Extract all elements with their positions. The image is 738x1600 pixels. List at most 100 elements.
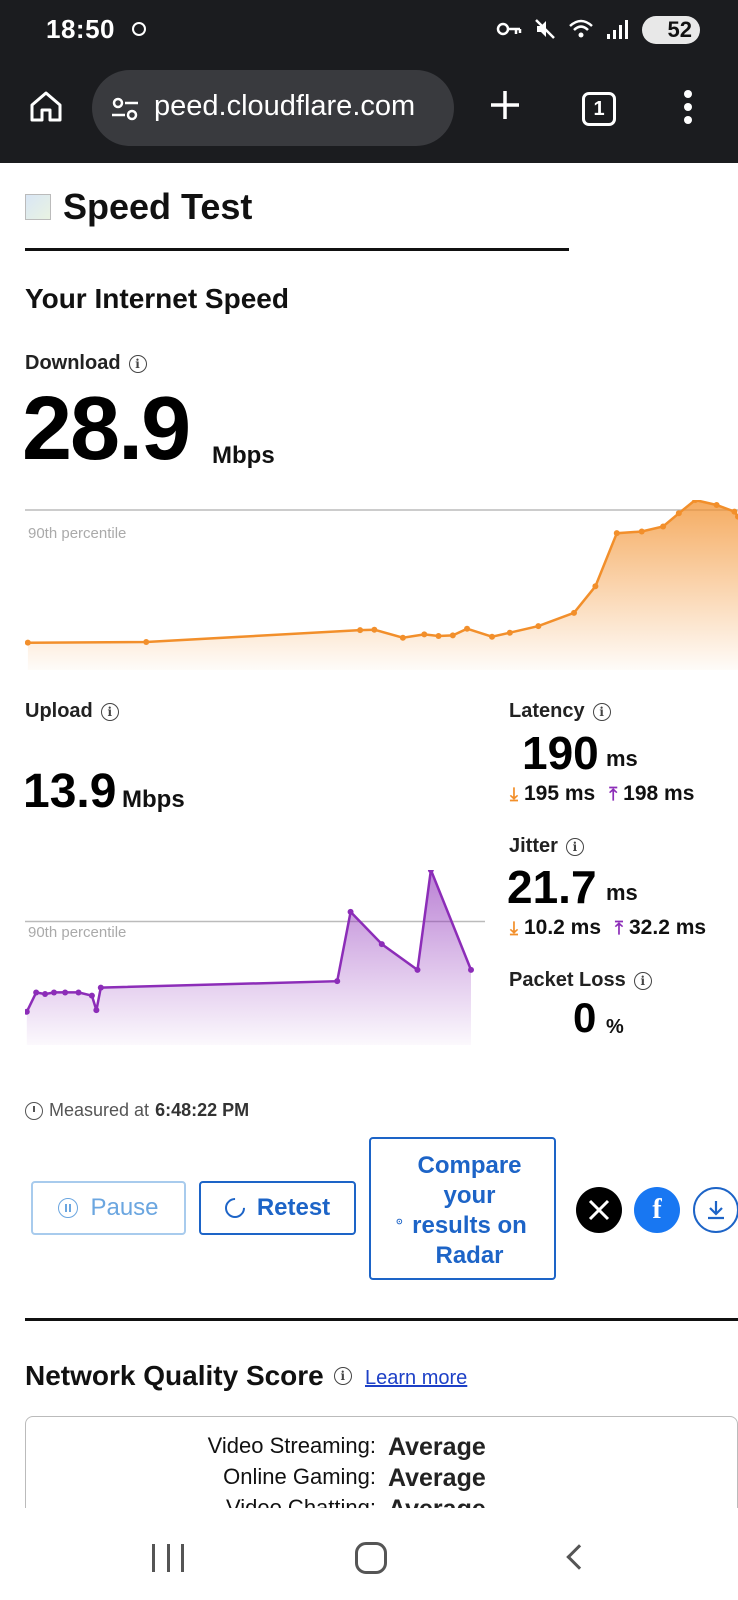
download-chart: 90th percentile bbox=[25, 500, 738, 670]
radar-label-line1: Compare bbox=[417, 1152, 522, 1179]
home-button[interactable] bbox=[355, 1542, 387, 1574]
upload-value: 13.9 bbox=[23, 765, 117, 818]
download-icon bbox=[708, 1201, 724, 1220]
info-icon[interactable]: i bbox=[100, 702, 119, 721]
quality-row: Online Gaming: Average bbox=[26, 1464, 737, 1493]
vpn-key-icon bbox=[496, 22, 522, 36]
url-text[interactable]: peed.cloudflare.com bbox=[154, 90, 415, 123]
site-settings-icon[interactable] bbox=[110, 94, 140, 124]
info-icon[interactable]: i bbox=[633, 971, 652, 990]
share-facebook-button[interactable]: f bbox=[634, 1187, 680, 1233]
retest-button[interactable]: Retest bbox=[199, 1181, 356, 1235]
download-results-button[interactable] bbox=[693, 1187, 738, 1233]
info-icon[interactable]: i bbox=[333, 1367, 352, 1385]
dl-point bbox=[713, 501, 720, 508]
status-icons bbox=[496, 18, 628, 40]
system-nav-bar bbox=[0, 1508, 738, 1600]
dl-point bbox=[464, 625, 471, 632]
dl-point bbox=[421, 631, 428, 638]
upload-percentile-label: 90th percentile bbox=[28, 924, 126, 941]
ul-point bbox=[414, 966, 421, 973]
pause-icon bbox=[58, 1198, 79, 1218]
latency-up-value: 198 ms bbox=[623, 782, 695, 805]
dl-point bbox=[506, 629, 513, 636]
info-icon[interactable]: i bbox=[592, 702, 611, 721]
download-arrow-icon: ⤓ bbox=[510, 917, 518, 938]
title-divider bbox=[25, 248, 569, 251]
dl-point bbox=[638, 528, 645, 535]
jitter-label: Jitter i bbox=[509, 835, 584, 858]
dl-point bbox=[143, 639, 150, 646]
radar-label-line3: results on bbox=[412, 1212, 527, 1239]
recent-apps-button[interactable] bbox=[152, 1544, 184, 1572]
radar-icon: ⊙ bbox=[396, 1217, 403, 1226]
radar-label-line2: your bbox=[443, 1182, 496, 1209]
network-quality-title: Network Quality Score i bbox=[25, 1360, 352, 1392]
latency-unit: ms bbox=[606, 746, 638, 771]
ul-point bbox=[42, 991, 49, 998]
measured-prefix: Measured at bbox=[49, 1100, 150, 1120]
download-label-text: Download bbox=[25, 352, 121, 374]
dl-point bbox=[435, 633, 442, 640]
section-title: Your Internet Speed bbox=[25, 283, 289, 314]
broken-logo-image bbox=[25, 194, 51, 220]
url-bar[interactable]: peed.cloudflare.com bbox=[92, 70, 454, 146]
ul-point bbox=[33, 989, 40, 996]
ul-point bbox=[93, 1007, 100, 1014]
learn-more-link[interactable]: Learn more bbox=[365, 1367, 467, 1390]
jitter-breakdown: ⤓ 10.2 ms ⤒ 32.2 ms bbox=[510, 916, 706, 940]
ul-point bbox=[50, 989, 57, 996]
dl-point bbox=[25, 639, 31, 646]
upload-chart: 90th percentile bbox=[25, 870, 485, 1045]
download-area bbox=[27, 500, 738, 670]
refresh-icon bbox=[220, 1193, 249, 1223]
facebook-logo-icon: f bbox=[652, 1194, 662, 1225]
latency-value: 190 bbox=[522, 727, 599, 779]
jitter-unit: ms bbox=[606, 880, 638, 905]
dl-point bbox=[731, 508, 738, 515]
download-value: 28.9 bbox=[22, 379, 191, 479]
retest-label: Retest bbox=[256, 1194, 331, 1221]
info-icon[interactable]: i bbox=[565, 837, 584, 856]
section-divider bbox=[25, 1318, 738, 1321]
pause-button[interactable]: Pause bbox=[31, 1181, 186, 1235]
info-icon[interactable]: i bbox=[128, 354, 147, 373]
compare-radar-button[interactable]: ⊙ Compare your results on Radar bbox=[369, 1137, 556, 1280]
dl-point bbox=[592, 583, 599, 590]
page-title: Speed Test bbox=[63, 186, 253, 227]
more-menu-icon[interactable] bbox=[683, 90, 693, 124]
tab-switcher-button[interactable]: 1 bbox=[582, 92, 616, 126]
dl-point bbox=[675, 510, 682, 517]
status-notification-icon bbox=[132, 22, 146, 36]
download-percentile-label: 90th percentile bbox=[28, 525, 126, 542]
quality-row: Video Streaming: Average bbox=[26, 1433, 737, 1462]
radar-label-line4: Radar bbox=[435, 1242, 504, 1269]
download-arrow-icon: ⤓ bbox=[510, 783, 518, 804]
dl-point bbox=[660, 523, 667, 530]
latency-label: Latency i bbox=[509, 700, 611, 723]
upload-label: Upload i bbox=[25, 700, 119, 723]
signal-icon bbox=[607, 20, 628, 39]
dl-point bbox=[571, 609, 578, 616]
ul-point bbox=[62, 989, 69, 996]
status-time: 18:50 bbox=[46, 14, 115, 44]
home-icon[interactable] bbox=[28, 88, 64, 124]
share-x-button[interactable] bbox=[576, 1187, 622, 1233]
download-unit: Mbps bbox=[212, 442, 275, 469]
mute-icon bbox=[535, 19, 555, 39]
packet-loss-value: 0 bbox=[573, 994, 597, 1041]
quality-value: Average bbox=[388, 1433, 486, 1461]
dl-point bbox=[489, 633, 496, 640]
ul-point bbox=[334, 978, 341, 985]
x-logo-icon bbox=[588, 1199, 610, 1221]
dl-point bbox=[357, 627, 364, 634]
pause-label: Pause bbox=[90, 1194, 159, 1221]
ul-point bbox=[75, 989, 82, 996]
back-button[interactable] bbox=[566, 1544, 592, 1570]
upload-area bbox=[26, 870, 472, 1045]
dl-point bbox=[399, 634, 406, 641]
measured-time: 6:48:22 PM bbox=[155, 1100, 250, 1120]
ul-point bbox=[347, 908, 354, 915]
dl-point bbox=[535, 623, 542, 630]
new-tab-icon[interactable] bbox=[488, 88, 522, 122]
